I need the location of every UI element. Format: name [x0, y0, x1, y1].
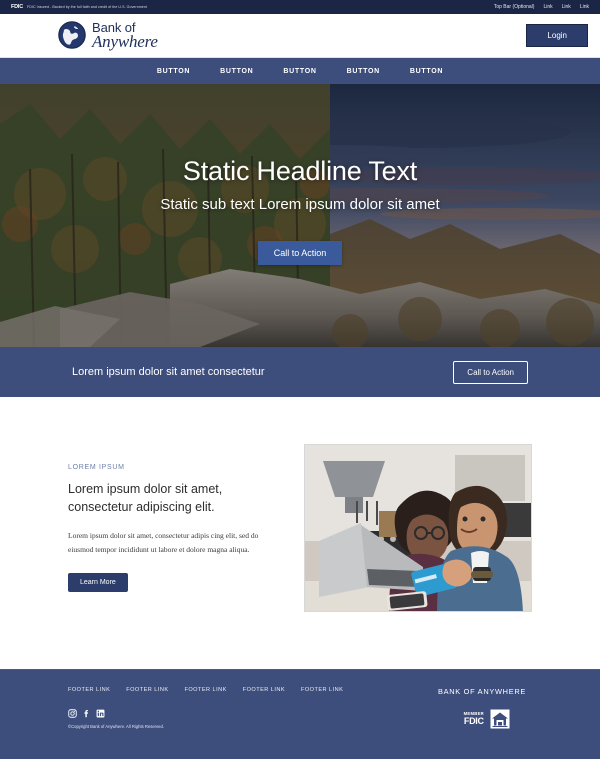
footer-brand-name: BANK OF ANYWHERE	[438, 687, 526, 696]
brand-logo[interactable]: Bank of Anywhere	[58, 20, 158, 51]
top-utility-links: Top Bar (Optional) Link Link Link	[494, 4, 589, 10]
footer-link-4[interactable]: FOOTER LINK	[243, 687, 285, 693]
instagram-icon[interactable]	[68, 709, 77, 718]
content-paragraph: Lorem ipsum dolor sit amet, consectetur …	[68, 531, 259, 554]
footer-link-3[interactable]: FOOTER LINK	[185, 687, 227, 693]
content-heading: Lorem ipsum dolor sit amet, consectetur …	[68, 481, 223, 514]
footer-top-row: FOOTER LINK FOOTER LINK FOOTER LINK FOOT…	[68, 687, 532, 696]
top-link-3[interactable]: Link	[580, 4, 589, 10]
member-fdic-badge: MEMBER FDIC	[464, 712, 484, 725]
content-text-column: LOREM IPSUM Lorem ipsum dolor sit amet, …	[68, 463, 273, 593]
cta-band: Lorem ipsum dolor sit amet consectetur C…	[0, 347, 600, 397]
content-eyebrow: LOREM IPSUM	[68, 463, 125, 471]
globe-icon	[58, 21, 86, 50]
cta-band-button[interactable]: Call to Action	[453, 360, 528, 384]
content-section: LOREM IPSUM Lorem ipsum dolor sit amet, …	[0, 397, 600, 659]
top-link-2[interactable]: Link	[562, 4, 571, 10]
content-photo	[304, 444, 532, 612]
nav-item-5[interactable]: BUTTON	[410, 68, 443, 75]
regulatory-badges: MEMBER FDIC	[464, 709, 510, 729]
linkedin-icon[interactable]	[96, 709, 105, 718]
site-header: Bank of Anywhere Login	[0, 14, 600, 58]
footer-link-2[interactable]: FOOTER LINK	[126, 687, 168, 693]
nav-item-2[interactable]: BUTTON	[220, 68, 253, 75]
top-link-1[interactable]: Link	[543, 4, 552, 10]
copyright-text: ©Copyright Bank of Anywhere. All Rights …	[68, 724, 164, 729]
nav-item-1[interactable]: BUTTON	[157, 68, 190, 75]
fdic-logo-icon: FDIC	[11, 4, 24, 10]
fdic-disclosure-text: FDIC Insured - Backed by the full faith …	[27, 5, 147, 9]
page-root: FDIC FDIC Insured - Backed by the full f…	[0, 0, 600, 759]
hero-section: Static Headline Text Static sub text Lor…	[0, 84, 600, 347]
brand-wordmark: Bank of Anywhere	[92, 20, 158, 51]
top-bar-optional-label[interactable]: Top Bar (Optional)	[494, 4, 535, 10]
site-footer: FOOTER LINK FOOTER LINK FOOTER LINK FOOT…	[0, 669, 600, 759]
social-links	[68, 709, 164, 718]
footer-link-1[interactable]: FOOTER LINK	[68, 687, 110, 693]
primary-navigation: BUTTON BUTTON BUTTON BUTTON BUTTON	[0, 58, 600, 84]
brand-line-anywhere: Anywhere	[92, 31, 158, 51]
hero-cta-button[interactable]: Call to Action	[257, 241, 343, 265]
hero-subtext: Static sub text Lorem ipsum dolor sit am…	[160, 196, 440, 213]
top-utility-bar: FDIC FDIC Insured - Backed by the full f…	[0, 0, 600, 14]
hero-content: Static Headline Text Static sub text Lor…	[0, 84, 600, 347]
login-button[interactable]: Login	[526, 24, 588, 47]
nav-item-3[interactable]: BUTTON	[283, 68, 316, 75]
footer-links: FOOTER LINK FOOTER LINK FOOTER LINK FOOT…	[68, 687, 343, 693]
cta-band-text: Lorem ipsum dolor sit amet consectetur	[72, 366, 265, 378]
member-fdic-bottom-label: FDIC	[463, 715, 484, 726]
hero-headline: Static Headline Text	[182, 156, 418, 186]
fdic-disclosure: FDIC FDIC Insured - Backed by the full f…	[11, 4, 147, 10]
footer-link-5[interactable]: FOOTER LINK	[301, 687, 343, 693]
facebook-icon[interactable]	[82, 709, 91, 718]
nav-item-4[interactable]: BUTTON	[347, 68, 380, 75]
equal-housing-lender-icon	[490, 709, 510, 729]
learn-more-button[interactable]: Learn More	[68, 573, 128, 593]
kitchen-couple-image	[305, 445, 531, 611]
footer-bottom-row: ©Copyright Bank of Anywhere. All Rights …	[68, 709, 532, 729]
footer-social-and-legal: ©Copyright Bank of Anywhere. All Rights …	[68, 709, 164, 729]
